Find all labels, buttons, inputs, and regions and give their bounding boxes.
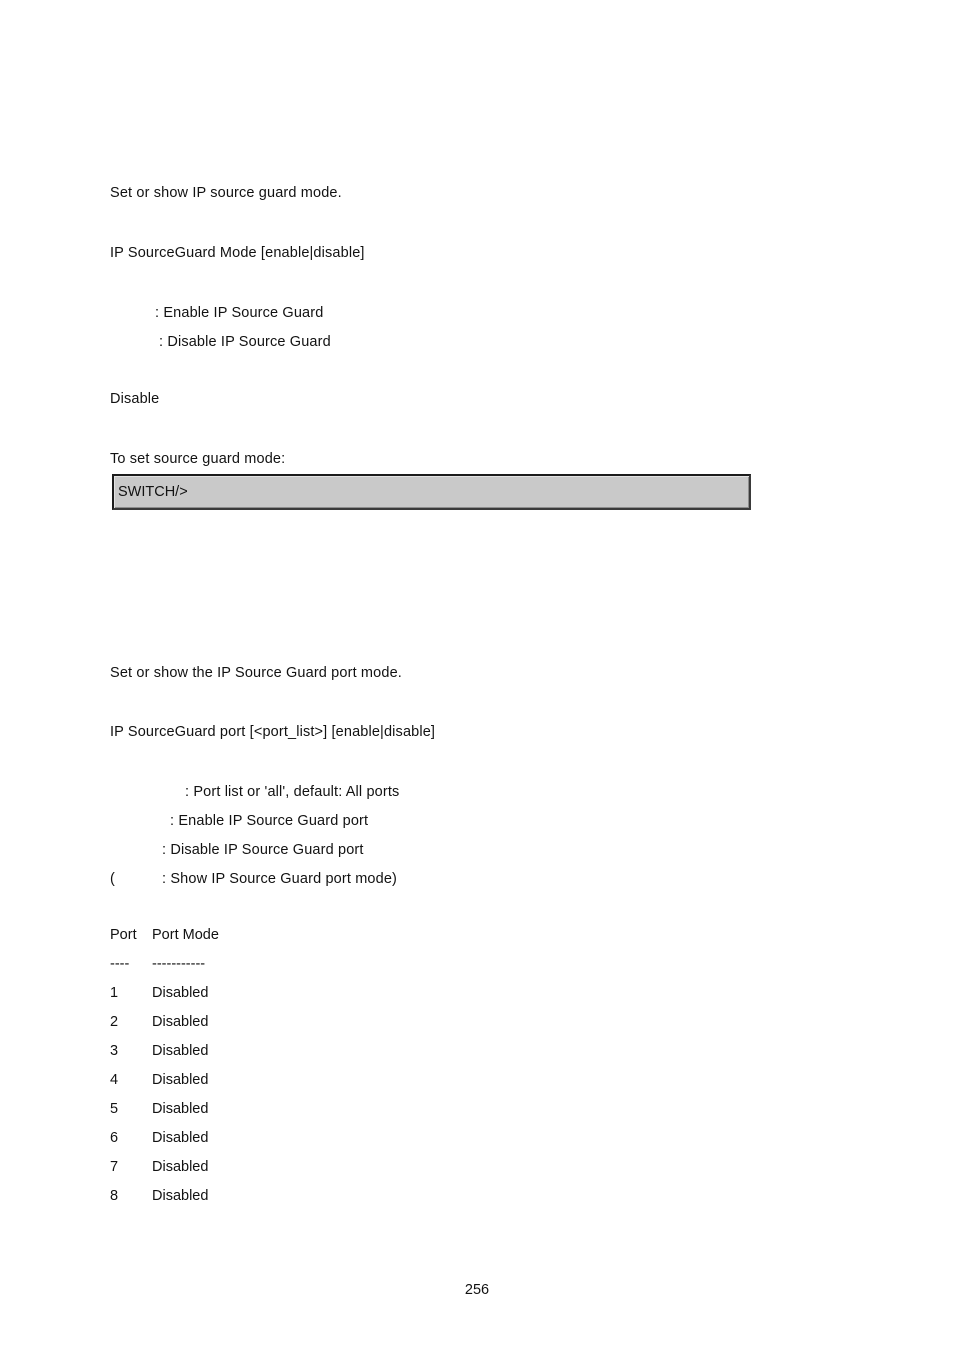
page-number: 256 [464, 1282, 490, 1298]
table-header-port: Port [110, 927, 137, 943]
cell-port-mode: Disabled [152, 1043, 209, 1059]
port-parameter-show-paren: ( [110, 871, 115, 887]
table-row: 8 Disabled [110, 1187, 332, 1216]
mode-default-value: Disable [110, 391, 160, 407]
mode-syntax: IP SourceGuard Mode [enable|disable] [110, 245, 365, 261]
table-row: 2 Disabled [110, 1013, 332, 1042]
table-header-port-mode: Port Mode [152, 927, 219, 943]
port-parameter-enable: : Enable IP Source Guard port [170, 813, 369, 829]
table-row: 1 Disabled [110, 984, 332, 1013]
port-parameter-portlist: : Port list or 'all', default: All ports [185, 784, 400, 800]
port-description: Set or show the IP Source Guard port mod… [110, 665, 402, 681]
port-parameter-show: : Show IP Source Guard port mode) [162, 871, 398, 887]
cell-port: 7 [110, 1159, 119, 1175]
table-rule-row: ---- ----------- [110, 955, 332, 984]
mode-example-label: To set source guard mode: [110, 451, 286, 467]
cell-port-mode: Disabled [152, 1101, 209, 1117]
mode-description: Set or show IP source guard mode. [110, 185, 342, 201]
cell-port: 1 [110, 985, 119, 1001]
cell-port-mode: Disabled [152, 1188, 209, 1204]
mode-parameter-enable: : Enable IP Source Guard [155, 305, 324, 321]
cell-port-mode: Disabled [152, 1159, 209, 1175]
table-rule-port: ---- [110, 956, 130, 972]
port-parameter-disable: : Disable IP Source Guard port [162, 842, 364, 858]
table-row: 5 Disabled [110, 1100, 332, 1129]
table-row: 4 Disabled [110, 1071, 332, 1100]
console-command-box[interactable]: SWITCH/> [112, 474, 751, 510]
port-mode-table: Port Port Mode ---- ----------- 1 Disabl… [110, 926, 332, 1216]
port-syntax: IP SourceGuard port [<port_list>] [enabl… [110, 724, 436, 740]
cell-port: 3 [110, 1043, 119, 1059]
cell-port-mode: Disabled [152, 1014, 209, 1030]
mode-parameter-disable: : Disable IP Source Guard [159, 334, 331, 350]
table-row: 3 Disabled [110, 1042, 332, 1071]
table-body: 1 Disabled 2 Disabled 3 Disabled 4 Disab… [110, 984, 332, 1216]
table-row: 7 Disabled [110, 1158, 332, 1187]
cell-port-mode: Disabled [152, 985, 209, 1001]
cell-port: 5 [110, 1101, 119, 1117]
cell-port: 4 [110, 1072, 119, 1088]
cell-port: 6 [110, 1130, 119, 1146]
table-row: 6 Disabled [110, 1129, 332, 1158]
document-page: Set or show IP source guard mode. IP Sou… [0, 0, 954, 1350]
console-prompt: SWITCH/> [118, 484, 188, 500]
cell-port-mode: Disabled [152, 1072, 209, 1088]
cell-port: 2 [110, 1014, 119, 1030]
cell-port: 8 [110, 1188, 119, 1204]
cell-port-mode: Disabled [152, 1130, 209, 1146]
table-header-row: Port Port Mode [110, 926, 332, 955]
table-rule-port-mode: ----------- [152, 956, 206, 972]
